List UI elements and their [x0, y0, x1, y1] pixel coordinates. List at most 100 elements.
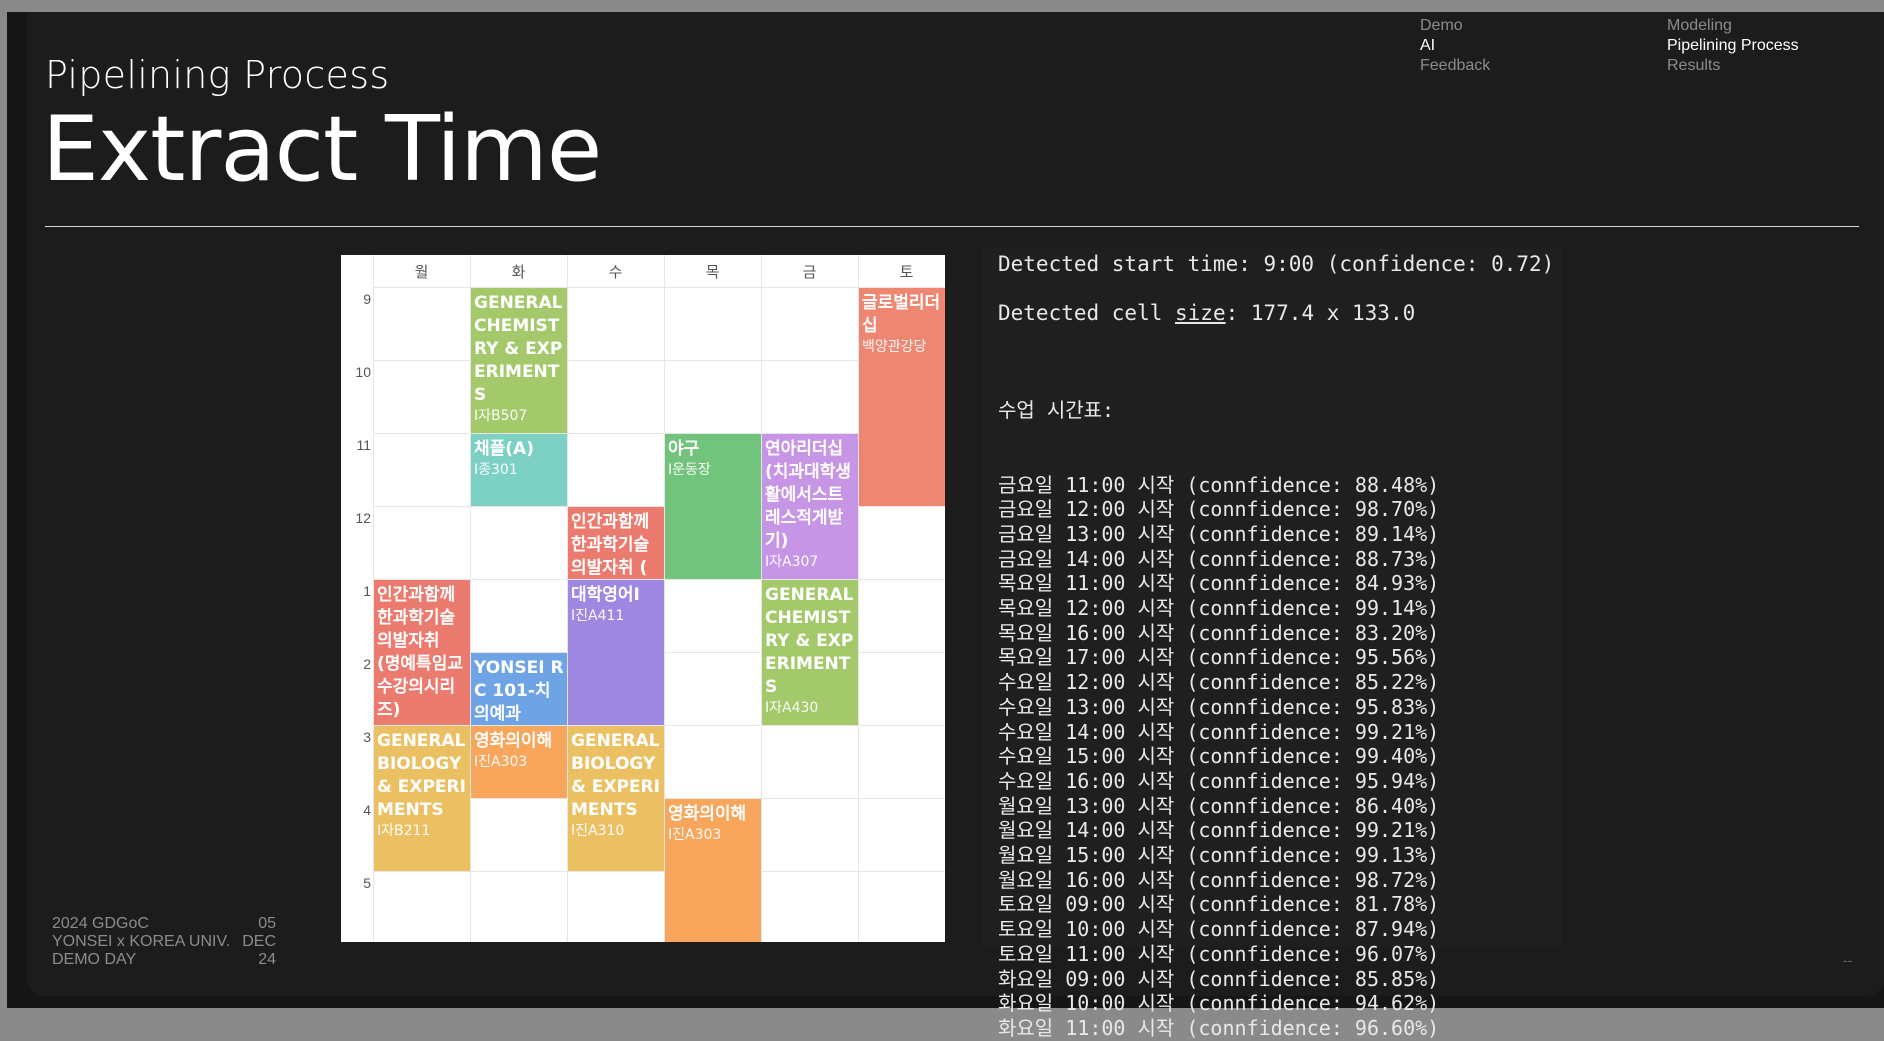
timetable-day-header: 토 — [899, 262, 914, 281]
page-marker: -- — [1843, 952, 1853, 968]
timetable-day-header: 목 — [705, 262, 720, 281]
timetable-event: GENERAL CHEMISTRY & EXPERIMENTS I자B507 — [471, 288, 567, 433]
timetable-hour-label: 12 — [355, 510, 371, 526]
timetable-event: 글로벌리더십백양관강당 — [859, 288, 945, 506]
console-output: Detected start time: 9:00 (confidence: 0… — [982, 247, 1562, 1040]
event-room: I진A310 — [571, 823, 625, 839]
timetable-hour-label: 11 — [356, 437, 371, 453]
event-title: 인간과함께한과학기술의발자취 (명예특임교수강의시리즈) — [377, 585, 463, 720]
timetable-event: GENERAL CHEMISTRY & EXPERIMENTS I자A430 — [762, 580, 858, 725]
timetable-event: 채플(A) I종301 — [471, 434, 567, 506]
timetable-hour-label: 5 — [363, 875, 371, 891]
timetable-event: 연아리더십(치과대학생활에서스트레스적게받기) I자A307 — [762, 434, 858, 579]
schedule-line: 월요일 15:00 시작 (connfidence: 99.13%) — [998, 843, 1440, 868]
event-room: I종301 — [474, 462, 518, 478]
event-room: I자B211 — [377, 823, 431, 839]
timetable-event: GENERAL BIOLOGY & EXPERIMENTS I진A310 — [568, 726, 664, 871]
cell-size-word: size — [1175, 301, 1226, 325]
window-top-strip — [0, 0, 1884, 12]
timetable-event: 야구 I운동장 — [665, 434, 761, 579]
event-title: GENERAL CHEMISTRY & EXPERIMENTS — [474, 293, 563, 405]
timetable-event: 인간과함께한과학기술의발자취 (명예특임교수강의시리즈) — [374, 580, 470, 725]
event-title: 야구 — [668, 439, 700, 459]
schedule-line: 금요일 12:00 시작 (connfidence: 98.70%) — [998, 497, 1440, 522]
schedule-line: 금요일 13:00 시작 (connfidence: 89.14%) — [998, 521, 1440, 546]
timetable-hour-label: 3 — [363, 729, 371, 745]
schedule-line: 토요일 09:00 시작 (connfidence: 81.78%) — [998, 892, 1440, 917]
event-title: 인간과함께한과학기술의발자취 ( — [571, 512, 650, 578]
cell-size-line: Detected cell size: 177.4 x 133.0 — [998, 300, 1415, 326]
schedule-line: 수요일 13:00 시작 (connfidence: 95.83%) — [998, 694, 1440, 719]
cell-size-value: : 177.4 x 133.0 — [1225, 301, 1416, 325]
timetable-day-header: 수 — [608, 262, 623, 281]
footer-event-line2: YONSEI x KOREA UNIV. — [52, 933, 231, 950]
event-title: GENERAL CHEMISTRY & EXPERIMENTS — [765, 585, 854, 697]
schedule-line: 수요일 12:00 시작 (connfidence: 85.22%) — [998, 670, 1440, 695]
event-title: 연아리더십(치과대학생활에서스트레스적게받기) — [765, 439, 851, 551]
event-title: 영화의이해 — [668, 804, 747, 824]
timetable-day-header: 화 — [511, 262, 526, 281]
schedule-line: 목요일 11:00 시작 (connfidence: 84.93%) — [998, 571, 1440, 596]
schedule-block: 수업 시간표: 금요일 11:00 시작 (connfidence: 88.48… — [998, 349, 1439, 1041]
footer-date-year: 24 — [258, 951, 276, 968]
schedule-line: 화요일 09:00 시작 (connfidence: 85.85%) — [998, 966, 1440, 991]
timetable-hour-label: 10 — [355, 364, 371, 380]
timetable-event: GENERAL BIOLOGY & EXPERIMENTS I자B211 — [374, 726, 470, 871]
grid-line — [373, 871, 945, 872]
schedule-line: 월요일 13:00 시작 (connfidence: 86.40%) — [998, 793, 1440, 818]
footer-event-line3: DEMO DAY — [52, 951, 137, 968]
timetable-event: 대학영어I I진A411 — [568, 580, 664, 725]
schedule-line: 수요일 16:00 시작 (connfidence: 95.94%) — [998, 768, 1440, 793]
footer: 2024 GDGoC 05 YONSEI x KOREA UNIV. DEC DEM… — [52, 915, 276, 969]
schedule-line: 금요일 11:00 시작 (connfidence: 88.48%) — [998, 472, 1440, 497]
timetable-event: 영화의이해 I진A303 — [665, 799, 761, 942]
event-room: I자A307 — [765, 554, 819, 570]
nav-item-pipelining-process[interactable]: Pipelining Process — [1667, 36, 1799, 56]
event-room: 백양관강당 — [862, 339, 927, 355]
timetable-hour-label: 2 — [363, 656, 371, 672]
timetable-hour-label: 4 — [363, 802, 371, 818]
timetable-hour-label: 1 — [363, 583, 371, 599]
event-title: 채플(A) — [474, 439, 534, 459]
nav-item-ai[interactable]: AI — [1420, 36, 1490, 56]
schedule-line: 월요일 14:00 시작 (connfidence: 99.21%) — [998, 818, 1440, 843]
footer-event-line1: 2024 GDGoC — [52, 915, 149, 932]
timetable-hour-label: 9 — [363, 291, 371, 307]
event-title: GENERAL BIOLOGY & EXPERIMENTS — [571, 731, 660, 820]
event-room: I자B507 — [474, 408, 528, 424]
nav-item-modeling[interactable]: Modeling — [1667, 16, 1799, 36]
event-room: I진A303 — [474, 754, 528, 770]
nav-group-right: Modeling Pipelining Process Results — [1667, 16, 1799, 76]
nav-item-feedback[interactable]: Feedback — [1420, 56, 1490, 76]
timetable-day-header: 월 — [414, 262, 429, 281]
section-title: Pipelining Process — [45, 53, 390, 97]
schedule-line: 토요일 11:00 시작 (connfidence: 96.07%) — [998, 941, 1440, 966]
event-title: 영화의이해 — [474, 731, 553, 751]
nav-item-demo[interactable]: Demo — [1420, 16, 1490, 36]
event-room: I자A430 — [765, 700, 819, 716]
schedule-line: 목요일 16:00 시작 (connfidence: 83.20%) — [998, 620, 1440, 645]
nav-item-results[interactable]: Results — [1667, 56, 1799, 76]
event-title: 글로벌리더십 — [862, 293, 941, 336]
schedule-header: 수업 시간표: — [998, 398, 1115, 423]
event-room: I진A411 — [571, 608, 625, 624]
event-title: YONSEI RC 101-치의예과 — [474, 658, 564, 724]
schedule-line: 화요일 11:00 시작 (connfidence: 96.60%) — [998, 1015, 1440, 1040]
event-title: 대학영어I — [571, 585, 640, 605]
event-title: GENERAL BIOLOGY & EXPERIMENTS — [377, 731, 466, 820]
schedule-line: 목요일 12:00 시작 (connfidence: 99.14%) — [998, 596, 1440, 621]
cell-size-prefix: Detected cell — [998, 301, 1176, 325]
footer-date-month: DEC — [242, 933, 276, 950]
timetable-event: 인간과함께한과학기술의발자취 ( — [568, 507, 664, 579]
start-time-line: Detected start time: 9:00 (confidence: 0… — [998, 252, 1555, 276]
schedule-line: 수요일 15:00 시작 (connfidence: 99.40%) — [998, 744, 1440, 769]
timetable-image: 월 화 수 목 금 토 9 10 11 12 1 2 3 4 5 GENERAL CHEMISTRY & EX… — [341, 255, 945, 942]
schedule-line: 월요일 16:00 시작 (connfidence: 98.72%) — [998, 867, 1440, 892]
title-divider — [45, 226, 1859, 227]
schedule-line: 토요일 10:00 시작 (connfidence: 87.94%) — [998, 917, 1440, 942]
schedule-line: 목요일 17:00 시작 (connfidence: 95.56%) — [998, 645, 1440, 670]
schedule-line: 금요일 14:00 시작 (connfidence: 88.73%) — [998, 546, 1440, 571]
timetable-event: 영화의이해 I진A303 — [471, 726, 567, 798]
page-title: Extract Time — [42, 97, 602, 202]
schedule-line: 수요일 14:00 시작 (connfidence: 99.21%) — [998, 719, 1440, 744]
